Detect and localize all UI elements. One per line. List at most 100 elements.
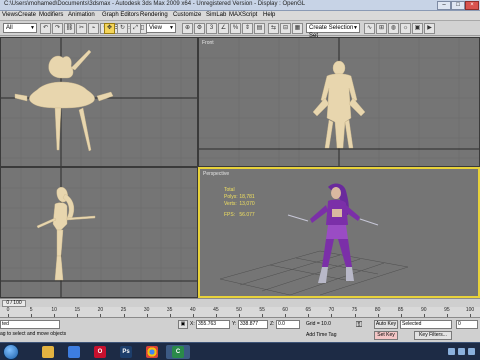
x-coordinate-field[interactable]: 355.763: [196, 320, 230, 329]
ruler-tick: [331, 314, 333, 317]
layer-icon[interactable]: ▦: [292, 23, 303, 34]
schematic-icon[interactable]: ⊞: [376, 23, 387, 34]
menu-modifiers[interactable]: Modifiers: [39, 12, 63, 18]
taskbar-app-opera[interactable]: O: [88, 345, 112, 359]
key-mode-dropdown[interactable]: Selected: [400, 320, 452, 329]
ruler-tick: [215, 314, 217, 317]
pivot-icon[interactable]: ⊕: [182, 23, 193, 34]
render-setup-icon[interactable]: ☼: [400, 23, 411, 34]
set-key-button[interactable]: Set Key: [374, 331, 398, 340]
ruler-tick: [146, 314, 148, 317]
manipulate-icon[interactable]: ⚙: [194, 23, 205, 34]
ruler-tick-label: 15: [74, 307, 81, 313]
prompt-line: ag to select and move objects: [0, 331, 67, 337]
key-filters-button[interactable]: Key Filters...: [414, 331, 452, 340]
character-model-top[interactable]: [14, 49, 114, 152]
chevron-down-icon: ▼: [169, 25, 174, 31]
percent-snap-icon[interactable]: %: [230, 23, 241, 34]
add-time-tag[interactable]: Add Time Tag: [306, 332, 336, 338]
taskbar-app-camtasia[interactable]: C: [166, 345, 190, 359]
ruler-tick-label: 40: [190, 307, 196, 313]
menu-help[interactable]: Help: [263, 12, 275, 18]
character-model-side[interactable]: [36, 187, 96, 281]
ruler-tick-label: 10: [51, 307, 57, 313]
front-viewport-canvas: [199, 38, 479, 166]
battery-icon[interactable]: [468, 348, 475, 355]
ruler-tick: [308, 314, 310, 317]
align-icon[interactable]: ⊟: [280, 23, 291, 34]
viewport-top[interactable]: [0, 37, 198, 167]
reference-coordinate-value: View: [149, 25, 162, 31]
reference-coordinate-dropdown[interactable]: View ▼: [146, 23, 176, 33]
menu-customize[interactable]: Customize: [173, 12, 201, 18]
y-label: Y:: [232, 321, 237, 327]
ruler-tick-label: 45: [213, 307, 219, 313]
ruler-tick-label: 90: [421, 307, 427, 313]
network-icon[interactable]: [448, 348, 455, 355]
scale-icon[interactable]: ⤢: [130, 23, 141, 34]
taskbar-app-media[interactable]: [62, 345, 86, 359]
curve-editor-icon[interactable]: ∿: [364, 23, 375, 34]
ruler-tick-label: 5: [29, 307, 33, 313]
ruler-tick: [169, 314, 171, 317]
left-viewport-canvas: [1, 168, 197, 297]
current-frame-field[interactable]: 0: [456, 320, 478, 329]
viewport-perspective[interactable]: Perspective Total Polys: 18,781 Verts: 1…: [198, 167, 480, 298]
selection-filter-dropdown[interactable]: All ▼: [3, 23, 37, 33]
move-icon[interactable]: ✥: [104, 23, 115, 34]
snap-3d-icon[interactable]: 3: [206, 23, 217, 34]
spinner-snap-icon[interactable]: ⇕: [242, 23, 253, 34]
link-icon[interactable]: ⛓: [64, 23, 75, 34]
named-set-icon[interactable]: ▤: [254, 23, 265, 34]
ruler-tick-label: 80: [374, 307, 381, 313]
bind-icon[interactable]: ⌁: [88, 23, 99, 34]
viewport-left[interactable]: [0, 167, 198, 298]
camtasia-icon: C: [172, 346, 184, 358]
menu-create[interactable]: Create: [18, 12, 36, 18]
ruler-tick: [54, 314, 56, 317]
windows-taskbar: O Ps C: [0, 342, 480, 360]
time-slider-track[interactable]: 0 / 100: [0, 298, 480, 307]
mirror-icon[interactable]: ⇆: [268, 23, 279, 34]
viewport-front[interactable]: Front: [198, 37, 480, 167]
grid-size: Grid = 10.0: [306, 321, 331, 327]
opera-icon: O: [94, 346, 106, 358]
render-frame-icon[interactable]: ▣: [412, 23, 423, 34]
close-button[interactable]: ×: [465, 1, 479, 10]
undo-icon[interactable]: ↶: [40, 23, 51, 34]
maximize-button[interactable]: □: [451, 1, 465, 10]
angle-snap-icon[interactable]: ∠: [218, 23, 229, 34]
key-icon[interactable]: ⚿: [356, 320, 362, 330]
x-label: X:: [190, 321, 195, 327]
menu-simlab[interactable]: SimLab: [206, 12, 226, 18]
taskbar-app-chrome[interactable]: [140, 345, 164, 359]
ruler-tick: [8, 314, 9, 317]
z-coordinate-field[interactable]: 0.0: [276, 320, 300, 329]
menu-graph-editors[interactable]: Graph Editors: [102, 12, 139, 18]
menu-maxscript[interactable]: MAXScript: [229, 12, 257, 18]
rotate-icon[interactable]: ↻: [117, 23, 128, 34]
menu-animation[interactable]: Animation: [68, 12, 95, 18]
minimize-button[interactable]: –: [437, 1, 451, 10]
lock-selection-button[interactable]: ▣: [178, 320, 188, 329]
render-icon[interactable]: ▶: [424, 23, 435, 34]
media-player-icon: [68, 346, 80, 358]
redo-icon[interactable]: ↷: [52, 23, 63, 34]
menu-views[interactable]: Views: [2, 12, 18, 18]
ruler-tick: [123, 314, 125, 317]
time-slider-handle[interactable]: 0 / 100: [2, 300, 26, 307]
material-editor-icon[interactable]: ◍: [388, 23, 399, 34]
ruler-tick-label: 65: [305, 307, 312, 313]
unlink-icon[interactable]: ✂: [76, 23, 87, 34]
taskbar-app-explorer[interactable]: [36, 345, 60, 359]
character-model-front[interactable]: [312, 60, 366, 149]
volume-icon[interactable]: [458, 348, 465, 355]
track-bar-ruler[interactable]: 0 5 10 15 20 25 30 35 40 45 50 55 60 65 70 75 80 85 90 95 10…: [0, 307, 480, 318]
taskbar-app-photoshop[interactable]: Ps: [114, 345, 138, 359]
ruler-tick: [239, 314, 240, 317]
menu-rendering[interactable]: Rendering: [140, 12, 168, 18]
named-selection-set-dropdown[interactable]: Create Selection Set ▼: [306, 23, 360, 39]
y-coordinate-field[interactable]: 338.877: [238, 320, 268, 329]
start-button[interactable]: [3, 344, 19, 360]
auto-key-button[interactable]: Auto Key: [374, 320, 398, 329]
